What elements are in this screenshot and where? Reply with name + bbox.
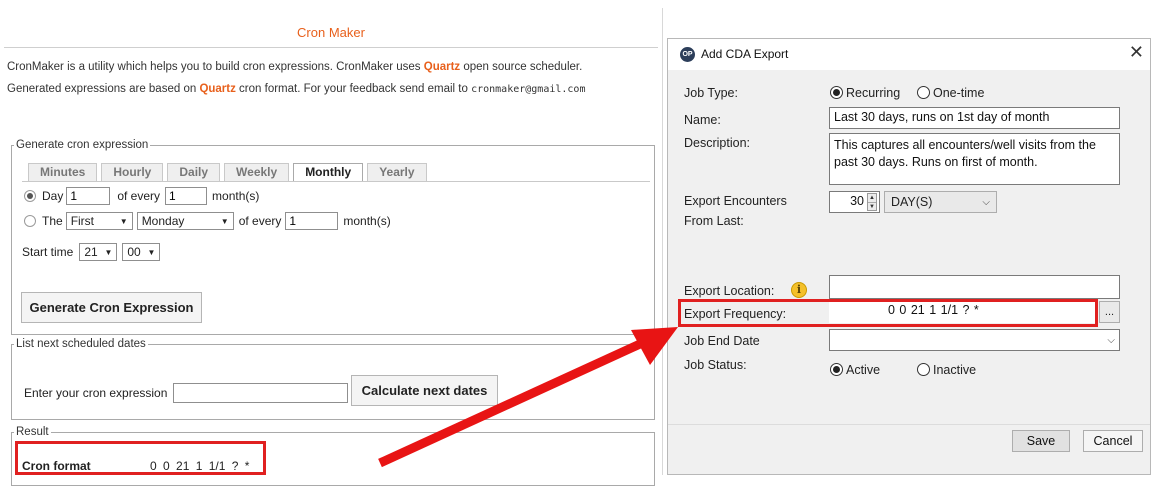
arrow-shaft <box>378 339 642 468</box>
annotation-arrow <box>378 327 678 468</box>
